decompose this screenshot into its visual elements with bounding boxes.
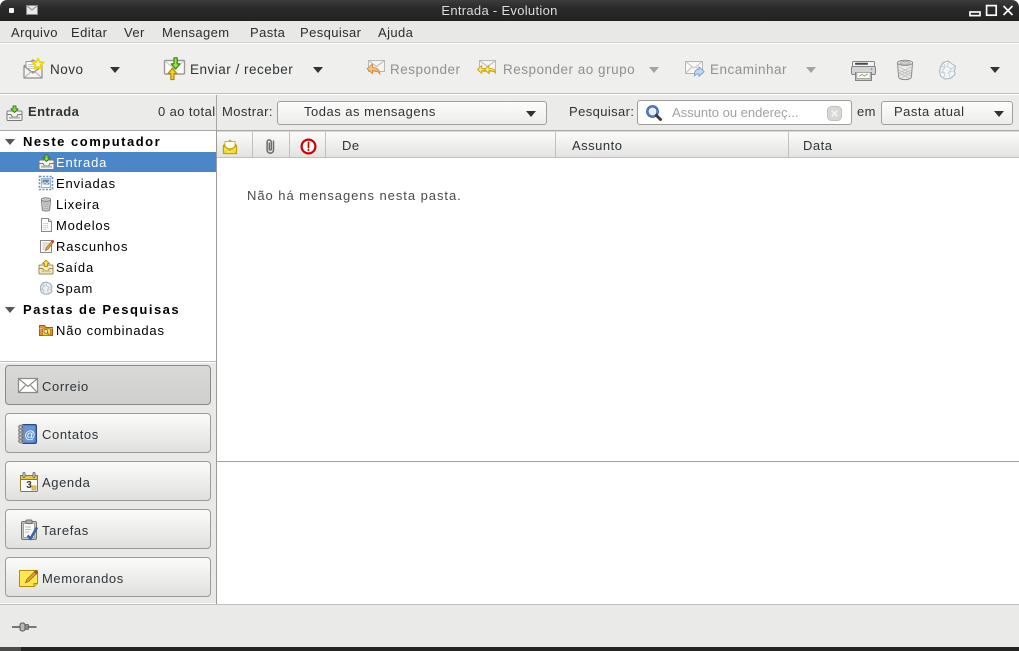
svg-text:@: @ bbox=[24, 430, 35, 442]
svg-text:3: 3 bbox=[26, 480, 32, 491]
